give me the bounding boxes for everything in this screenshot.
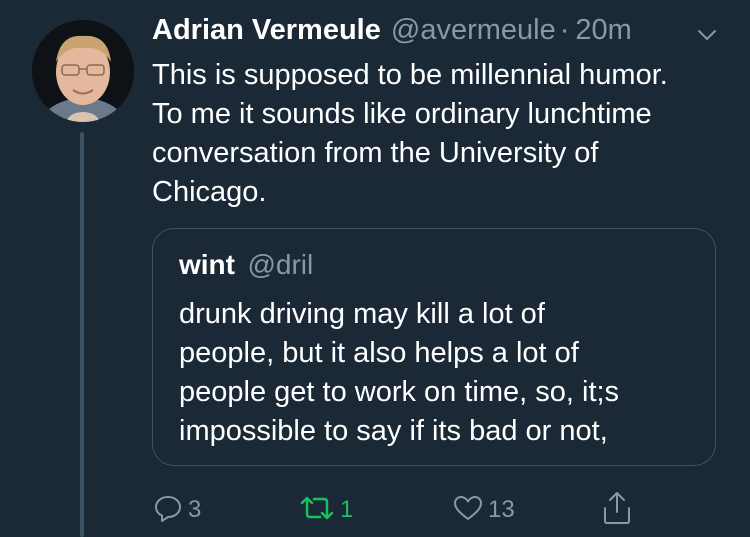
retweet-icon bbox=[298, 492, 336, 529]
tweet-text-line: conversation from the University of bbox=[152, 137, 599, 169]
tweet-text-line: This is supposed to be millennial humor. bbox=[152, 59, 668, 91]
chevron-down-icon[interactable] bbox=[694, 22, 720, 48]
share-button[interactable] bbox=[600, 490, 634, 530]
share-icon bbox=[600, 490, 634, 531]
quote-author-handle: @dril bbox=[247, 249, 314, 280]
retweet-button[interactable]: 1 bbox=[298, 490, 353, 530]
avatar[interactable] bbox=[32, 20, 134, 122]
like-button[interactable]: 13 bbox=[452, 490, 515, 530]
retweet-count: 1 bbox=[340, 496, 354, 523]
tweet-text: This is supposed to be millennial humor.… bbox=[152, 56, 732, 212]
tweet-header: Adrian Vermeule @avermeule · 20m bbox=[152, 14, 720, 54]
heart-icon bbox=[452, 492, 484, 529]
quoted-tweet[interactable]: wint @dril drunk driving may kill a lot … bbox=[152, 228, 716, 466]
author-name[interactable]: Adrian Vermeule bbox=[152, 14, 381, 47]
quote-header: wint @dril bbox=[179, 249, 313, 281]
separator-dot: · bbox=[559, 14, 570, 46]
tweet-text-line: To me it sounds like ordinary lunchtime bbox=[152, 98, 652, 130]
quote-text-line: impossible to say if its bad or not, bbox=[179, 415, 608, 447]
quote-text-line: drunk driving may kill a lot of bbox=[179, 298, 545, 330]
quote-text: drunk driving may kill a lot of people, … bbox=[179, 295, 689, 451]
quote-text-line: people, but it also helps a lot of bbox=[179, 337, 579, 369]
like-count: 13 bbox=[488, 496, 515, 523]
quote-text-line: people get to work on time, so, it;s bbox=[179, 376, 620, 408]
reply-count: 3 bbox=[188, 496, 202, 523]
timestamp[interactable]: 20m bbox=[575, 14, 631, 47]
tweet-text-line: Chicago. bbox=[152, 176, 267, 208]
thread-line bbox=[80, 132, 84, 537]
quote-author-name: wint bbox=[179, 249, 235, 280]
author-handle[interactable]: @avermeule bbox=[391, 14, 556, 47]
reply-icon bbox=[152, 492, 184, 529]
reply-button[interactable]: 3 bbox=[152, 490, 201, 530]
tweet[interactable]: Adrian Vermeule @avermeule · 20m This is… bbox=[0, 0, 750, 537]
action-bar: 3 1 13 bbox=[152, 490, 672, 530]
